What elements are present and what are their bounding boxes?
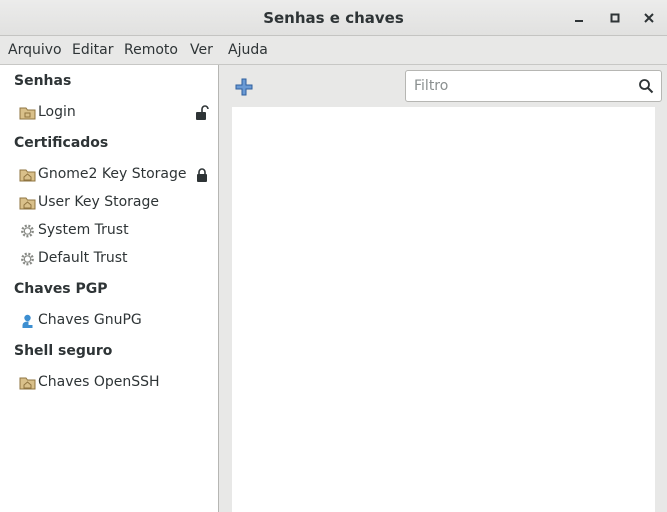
sidebar-item-label: System Trust	[38, 222, 129, 238]
section-chaves-pgp: Chaves PGP	[14, 281, 108, 297]
sidebar-item-login[interactable]: Login	[19, 102, 214, 124]
menu-ver[interactable]: Ver	[190, 42, 213, 58]
search-icon	[639, 79, 654, 94]
sidebar-item-label: User Key Storage	[38, 194, 159, 210]
menu-bar: Arquivo Editar Remoto Ver Ajuda	[0, 36, 667, 65]
gear-icon	[21, 224, 34, 238]
lock-icon[interactable]	[195, 167, 209, 183]
folder-icon	[19, 197, 36, 210]
sidebar-item-gnome2-key-storage[interactable]: Gnome2 Key Storage	[19, 164, 214, 186]
sidebar-item-chaves-gnupg[interactable]: Chaves GnuPG	[19, 310, 214, 332]
item-list[interactable]	[232, 107, 655, 512]
sidebar-item-label: Chaves OpenSSH	[38, 374, 160, 390]
close-button[interactable]	[637, 6, 661, 30]
section-certificados: Certificados	[14, 135, 109, 151]
sidebar-item-label: Default Trust	[38, 250, 128, 266]
folder-icon	[19, 107, 36, 120]
maximize-button[interactable]	[603, 6, 627, 30]
sidebar-item-chaves-openssh[interactable]: Chaves OpenSSH	[19, 372, 214, 394]
main-pane	[220, 65, 667, 512]
menu-arquivo[interactable]: Arquivo	[8, 42, 62, 58]
sidebar-item-label: Chaves GnuPG	[38, 312, 142, 328]
menu-ajuda[interactable]: Ajuda	[228, 42, 268, 58]
filter-input[interactable]	[414, 77, 634, 95]
folder-icon	[19, 169, 36, 182]
filter-field[interactable]	[405, 70, 662, 102]
section-shell-seguro: Shell seguro	[14, 343, 113, 359]
minimize-icon	[575, 20, 583, 22]
sidebar-item-user-key-storage[interactable]: User Key Storage	[19, 192, 214, 214]
sidebar-item-default-trust[interactable]: Default Trust	[19, 248, 214, 270]
maximize-icon	[610, 13, 620, 23]
keyring-sidebar: Senhas Login Certificados Gnome2 Key Sto…	[0, 65, 219, 512]
menu-editar[interactable]: Editar	[72, 42, 113, 58]
section-senhas: Senhas	[14, 73, 72, 89]
sidebar-item-label: Login	[38, 104, 76, 120]
title-bar: Senhas e chaves	[0, 0, 667, 36]
add-icon[interactable]	[234, 77, 254, 97]
folder-icon	[19, 377, 36, 390]
sidebar-item-system-trust[interactable]: System Trust	[19, 220, 214, 242]
gear-icon	[21, 252, 34, 266]
menu-remoto[interactable]: Remoto	[124, 42, 178, 58]
unlocked-lock-icon[interactable]	[195, 105, 209, 121]
sidebar-item-label: Gnome2 Key Storage	[38, 166, 187, 182]
person-key-icon	[22, 314, 33, 328]
close-icon	[644, 13, 654, 23]
minimize-button[interactable]	[567, 6, 591, 30]
